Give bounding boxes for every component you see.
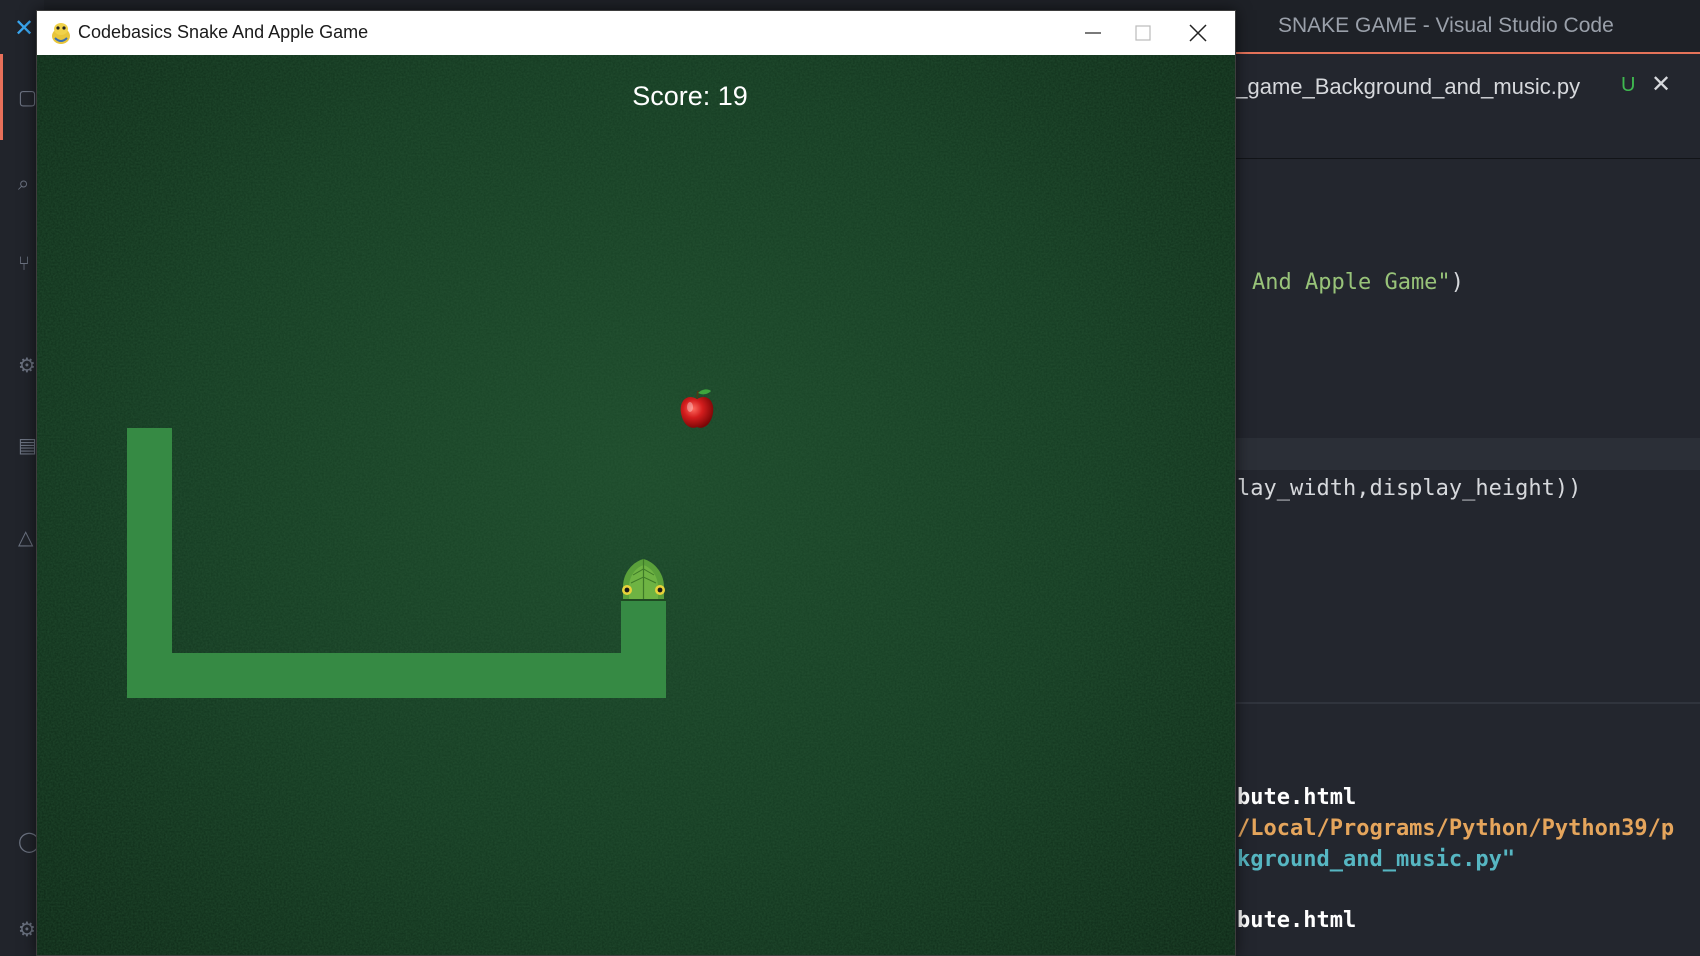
code-string: And Apple Game" [1252, 270, 1451, 295]
close-icon[interactable]: ✕ [1651, 70, 1671, 98]
code-line[interactable]: lay_width,display_height)) [1237, 476, 1581, 501]
terminal-line: bute.html [1237, 908, 1357, 933]
git-untracked-badge: U [1621, 74, 1636, 96]
code-line[interactable]: And Apple Game") [1252, 270, 1464, 295]
terminal-line: kground_and_music.py" [1237, 847, 1516, 872]
game-window-title: Codebasics Snake And Apple Game [78, 22, 369, 42]
close-button[interactable] [1163, 11, 1231, 55]
editor-tab-label[interactable]: ke_game_Background_and_music.py [1212, 74, 1580, 100]
snake-head-icon [621, 559, 666, 601]
code-text: lay_width,display_height)) [1237, 476, 1582, 501]
game-canvas[interactable]: Score: 19 [37, 55, 1235, 955]
code-text: ) [1450, 270, 1464, 295]
activity-active-indicator [0, 54, 3, 140]
vscode-logo-icon: ✕ [14, 14, 35, 42]
score-label: Score: 19 [632, 81, 748, 111]
game-window: Codebasics Snake And Apple Game Score: 1… [36, 10, 1236, 956]
maximize-icon [1135, 25, 1151, 41]
snake-body-segment [127, 653, 666, 698]
leather-texture-background [37, 55, 1235, 955]
score-display: Score: 19 [37, 81, 1235, 112]
vscode-window-title: SNAKE GAME - Visual Studio Code [1278, 14, 1614, 37]
terminal-line: /Local/Programs/Python/Python39/p [1237, 816, 1675, 841]
apple-icon [680, 389, 714, 428]
pygame-snake-icon [52, 23, 70, 44]
game-window-titlebar[interactable]: Codebasics Snake And Apple Game [37, 11, 1235, 55]
terminal-line: bute.html [1237, 785, 1357, 810]
snake-body-segment [621, 601, 666, 698]
close-icon [1189, 24, 1207, 42]
maximize-button[interactable] [1099, 11, 1167, 55]
